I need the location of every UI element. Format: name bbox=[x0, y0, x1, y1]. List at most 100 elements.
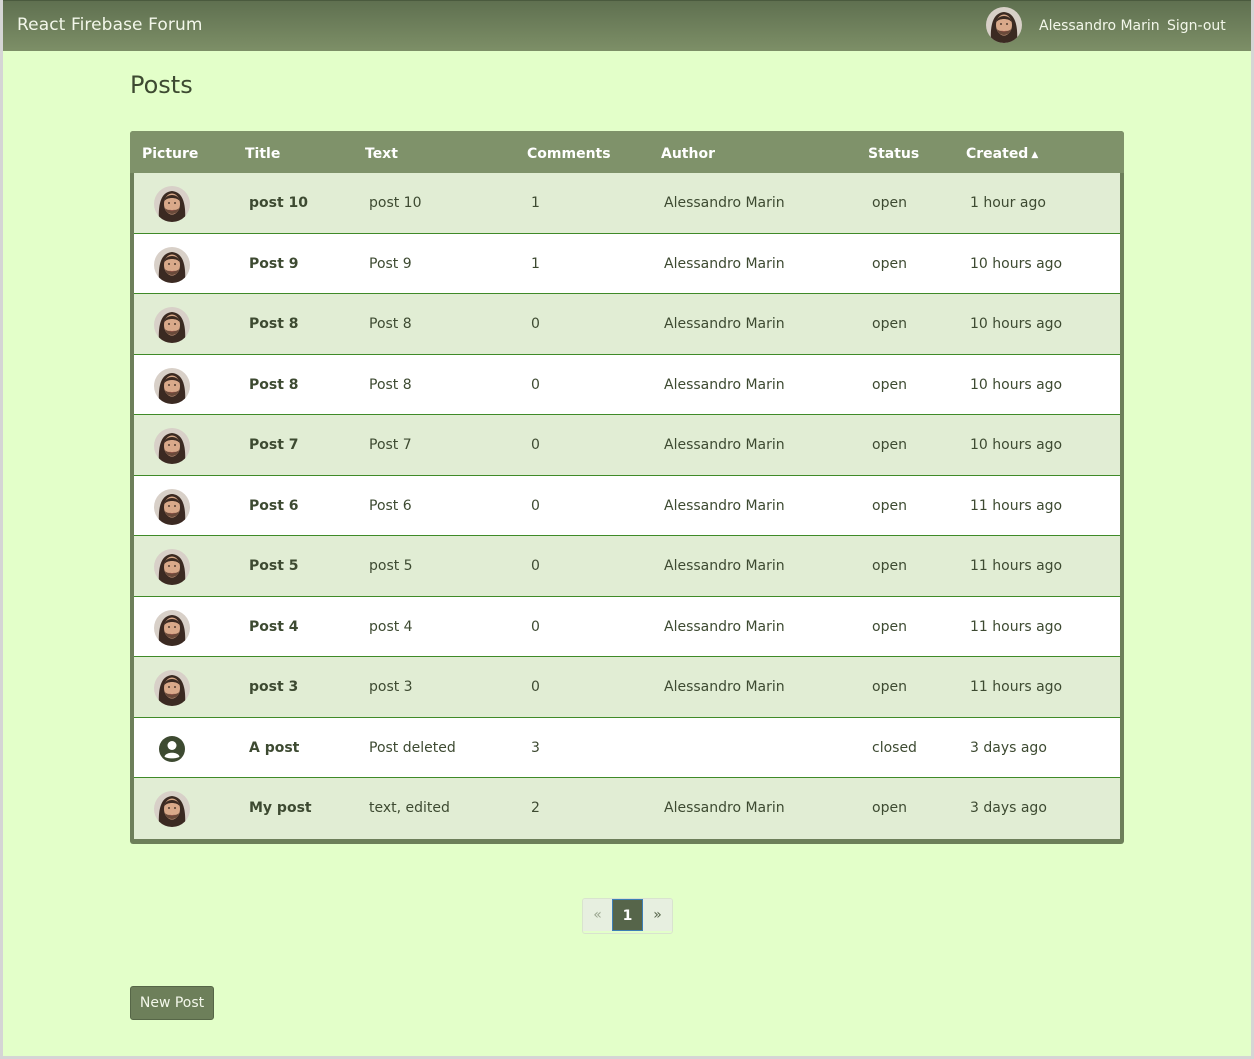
post-created: 11 hours ago bbox=[970, 618, 1063, 635]
post-status: closed bbox=[872, 739, 917, 756]
post-created: 10 hours ago bbox=[970, 437, 1063, 453]
author-avatar bbox=[154, 670, 190, 706]
post-status: open bbox=[872, 800, 907, 816]
author-avatar bbox=[154, 549, 190, 585]
post-title: post 10 bbox=[249, 195, 309, 211]
post-status: open bbox=[872, 437, 907, 453]
author-avatar bbox=[154, 610, 190, 646]
top-navbar: React Firebase Forum Alessandro Marin Si… bbox=[3, 0, 1251, 51]
comment-count: 1 bbox=[531, 255, 540, 272]
pagination-next-button[interactable]: » bbox=[643, 899, 672, 931]
post-status: open bbox=[872, 558, 907, 574]
post-author: Alessandro Marin bbox=[664, 255, 785, 272]
author-avatar bbox=[154, 368, 190, 404]
post-title: Post 8 bbox=[249, 376, 299, 393]
pagination-prev-button[interactable]: « bbox=[583, 899, 612, 931]
post-created: 11 hours ago bbox=[970, 497, 1063, 514]
post-title: Post 6 bbox=[249, 497, 299, 514]
sort-ascending-icon: ▲ bbox=[1031, 150, 1039, 160]
comment-count: 0 bbox=[531, 679, 540, 695]
table-row[interactable]: Post 5 post 5 0 Alessandro Marin open 11 hour… bbox=[134, 536, 1120, 597]
post-created: 10 hours ago bbox=[970, 316, 1063, 332]
column-header-comments[interactable]: Comments bbox=[527, 146, 611, 162]
post-author: Alessandro Marin bbox=[664, 618, 785, 635]
post-title: post 3 bbox=[249, 679, 299, 695]
table-row[interactable]: My post text, edited 2 Alessandro Marin open… bbox=[134, 778, 1120, 839]
post-status: open bbox=[872, 497, 907, 514]
table-row[interactable]: A post Post deleted 3 closed 3 days ago bbox=[134, 717, 1120, 778]
column-header-title[interactable]: Title bbox=[245, 146, 280, 162]
comment-count: 0 bbox=[531, 618, 540, 635]
column-header-created[interactable]: Created ▲ bbox=[966, 146, 1038, 162]
post-status: open bbox=[872, 376, 907, 393]
post-text: Post 7 bbox=[369, 437, 412, 453]
table-row[interactable]: Post 9 Post 9 1 Alessandro Marin open 10 hour… bbox=[134, 233, 1120, 294]
post-text: post 5 bbox=[369, 558, 413, 574]
post-author: Alessandro Marin bbox=[664, 800, 785, 816]
post-created: 1 hour ago bbox=[970, 195, 1046, 211]
post-title: A post bbox=[249, 739, 300, 756]
column-header-text[interactable]: Text bbox=[365, 146, 398, 162]
brand-link[interactable]: React Firebase Forum bbox=[17, 15, 203, 35]
comment-count: 0 bbox=[531, 316, 540, 332]
post-author: Alessandro Marin bbox=[664, 316, 785, 332]
post-status: open bbox=[872, 255, 907, 272]
post-status: open bbox=[872, 316, 907, 332]
table-header: Picture Title Text Comments Author Statu… bbox=[130, 131, 1124, 173]
table-row[interactable]: Post 8 Post 8 0 Alessandro Marin open 10 hour… bbox=[134, 354, 1120, 415]
post-created: 10 hours ago bbox=[970, 255, 1063, 272]
post-created: 11 hours ago bbox=[970, 558, 1063, 574]
table-row[interactable]: post 10 post 10 1 Alessandro Marin open 1 hou… bbox=[134, 173, 1120, 234]
table-row[interactable]: Post 8 Post 8 0 Alessandro Marin open 10 hour… bbox=[134, 294, 1120, 355]
comment-count: 0 bbox=[531, 376, 540, 393]
post-author: Alessandro Marin bbox=[664, 376, 785, 393]
post-text: Post 8 bbox=[369, 316, 412, 332]
post-title: Post 9 bbox=[249, 255, 299, 272]
table-row[interactable]: Post 7 Post 7 0 Alessandro Marin open 10 hour… bbox=[134, 415, 1120, 476]
post-text: Post deleted bbox=[369, 739, 456, 756]
column-header-picture[interactable]: Picture bbox=[142, 146, 198, 162]
post-author: Alessandro Marin bbox=[664, 679, 785, 695]
signout-link[interactable]: Sign-out bbox=[1167, 18, 1226, 34]
author-avatar bbox=[154, 428, 190, 464]
post-created: 10 hours ago bbox=[970, 376, 1063, 393]
post-status: open bbox=[872, 195, 907, 211]
comment-count: 0 bbox=[531, 558, 540, 574]
posts-table: Picture Title Text Comments Author Statu… bbox=[130, 131, 1124, 844]
author-avatar bbox=[154, 791, 190, 827]
comment-count: 1 bbox=[531, 195, 540, 211]
post-created: 11 hours ago bbox=[970, 679, 1063, 695]
pagination: « 1 » bbox=[582, 898, 673, 934]
user-name: Alessandro Marin bbox=[1039, 18, 1160, 34]
author-avatar bbox=[154, 307, 190, 343]
column-header-status[interactable]: Status bbox=[868, 146, 919, 162]
post-title: Post 7 bbox=[249, 437, 299, 453]
post-author: Alessandro Marin bbox=[664, 195, 785, 211]
page-title: Posts bbox=[130, 71, 193, 99]
post-status: open bbox=[872, 679, 907, 695]
comment-count: 3 bbox=[531, 739, 540, 756]
post-text: Post 8 bbox=[369, 376, 412, 393]
post-author: Alessandro Marin bbox=[664, 437, 785, 453]
post-text: post 10 bbox=[369, 195, 422, 211]
post-status: open bbox=[872, 618, 907, 635]
column-header-author[interactable]: Author bbox=[661, 146, 715, 162]
author-avatar bbox=[154, 247, 190, 283]
pagination-page-button[interactable]: 1 bbox=[612, 899, 643, 931]
table-row[interactable]: Post 4 post 4 0 Alessandro Marin open 11 hour… bbox=[134, 596, 1120, 657]
user-avatar bbox=[986, 7, 1022, 43]
account-circle-icon bbox=[154, 731, 190, 767]
post-created: 3 days ago bbox=[970, 739, 1047, 756]
post-text: Post 9 bbox=[369, 255, 412, 272]
post-title: Post 4 bbox=[249, 618, 299, 635]
post-text: Post 6 bbox=[369, 497, 412, 514]
table-body: post 10 post 10 1 Alessandro Marin open 1 hou… bbox=[134, 173, 1120, 839]
table-row[interactable]: post 3 post 3 0 Alessandro Marin open 11 hour… bbox=[134, 657, 1120, 718]
post-text: post 3 bbox=[369, 679, 413, 695]
author-avatar bbox=[154, 489, 190, 525]
new-post-button[interactable]: New Post bbox=[130, 986, 214, 1020]
author-avatar bbox=[154, 186, 190, 222]
table-row[interactable]: Post 6 Post 6 0 Alessandro Marin open 11 hour… bbox=[134, 475, 1120, 536]
post-text: post 4 bbox=[369, 618, 413, 635]
post-author: Alessandro Marin bbox=[664, 497, 785, 514]
